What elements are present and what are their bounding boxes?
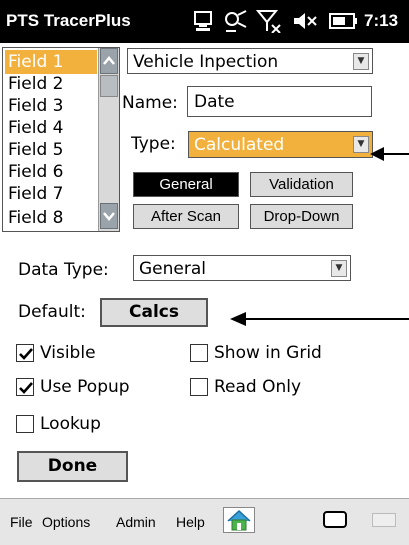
volume-muted-icon[interactable] [292, 9, 318, 33]
scroll-up-button[interactable] [100, 48, 118, 74]
data-type-label: Data Type: [18, 260, 109, 280]
dropdown-arrow-icon[interactable]: ▼ [353, 53, 369, 70]
data-type-value: General [139, 259, 206, 279]
keyboard-icon[interactable] [372, 513, 396, 527]
tab-general[interactable]: General [133, 172, 239, 197]
field-list[interactable]: Field 1 Field 2 Field 3 Field 4 Field 5 … [2, 47, 120, 232]
menu-file[interactable]: File [10, 514, 33, 530]
sync-icon[interactable] [192, 9, 216, 33]
menu-options[interactable]: Options [42, 514, 90, 530]
list-item[interactable]: Field 1 [5, 50, 97, 74]
visible-label: Visible [40, 343, 96, 363]
show-in-grid-label: Show in Grid [214, 343, 322, 363]
no-signal-icon[interactable] [256, 9, 282, 33]
menu-admin[interactable]: Admin [116, 514, 156, 530]
lookup-checkbox[interactable]: Lookup [16, 412, 101, 436]
dropdown-arrow-icon[interactable]: ▼ [331, 260, 347, 277]
read-only-label: Read Only [214, 377, 302, 397]
show-in-grid-checkbox[interactable]: Show in Grid [190, 341, 322, 365]
input-panel-icon[interactable] [323, 511, 347, 528]
use-popup-label: Use Popup [40, 377, 130, 397]
home-icon [227, 509, 251, 531]
checkbox-box[interactable] [190, 378, 208, 396]
list-item[interactable]: Field 7 [5, 182, 97, 206]
list-item[interactable]: Field 4 [5, 116, 97, 140]
name-field[interactable]: Date [187, 86, 372, 117]
tab-drop-down[interactable]: Drop-Down [250, 204, 353, 229]
callout-arrow-icon [230, 312, 409, 326]
data-type-select[interactable]: General ▼ [133, 255, 351, 281]
menu-help[interactable]: Help [176, 514, 205, 530]
status-bar: PTS TracerPlus 7:13 [0, 0, 409, 43]
calcs-button[interactable]: Calcs [100, 298, 208, 327]
form-select-value: Vehicle Inpection [133, 52, 279, 72]
app-title: PTS TracerPlus [6, 11, 131, 30]
chevron-up-icon [103, 56, 115, 65]
done-button[interactable]: Done [17, 451, 128, 482]
home-button[interactable] [223, 507, 255, 533]
checkbox-box[interactable] [16, 415, 34, 433]
menu-bar: File Options Admin Help [0, 498, 409, 545]
type-label: Type: [131, 134, 176, 154]
checkbox-box[interactable] [190, 344, 208, 362]
use-popup-checkbox[interactable]: Use Popup [16, 375, 130, 399]
scroll-thumb[interactable] [100, 75, 118, 97]
list-item[interactable]: Field 5 [5, 138, 97, 162]
type-select-value: Calculated [194, 135, 285, 155]
lookup-label: Lookup [40, 414, 101, 434]
checkbox-box[interactable] [16, 344, 34, 362]
type-select[interactable]: Calculated ▼ [188, 131, 373, 158]
connectivity-icon[interactable] [222, 9, 248, 33]
name-label: Name: [122, 93, 178, 113]
scroll-down-button[interactable] [100, 203, 118, 229]
list-item[interactable]: Field 3 [5, 94, 97, 118]
list-item[interactable]: Field 2 [5, 72, 97, 96]
list-item[interactable]: Field 8 [5, 206, 97, 230]
callout-arrow-icon [370, 147, 409, 161]
form-select[interactable]: Vehicle Inpection ▼ [127, 48, 373, 74]
default-label: Default: [18, 302, 86, 322]
read-only-checkbox[interactable]: Read Only [190, 375, 301, 399]
battery-icon[interactable] [328, 9, 358, 33]
tab-validation[interactable]: Validation [250, 172, 353, 197]
name-value: Date [194, 92, 235, 112]
dropdown-arrow-icon[interactable]: ▼ [353, 136, 369, 153]
chevron-down-icon [103, 212, 115, 221]
tab-after-scan[interactable]: After Scan [133, 204, 239, 229]
checkmark-icon [19, 382, 33, 394]
list-item[interactable]: Field 6 [5, 160, 97, 184]
visible-checkbox[interactable]: Visible [16, 341, 96, 365]
list-scrollbar[interactable] [98, 48, 119, 231]
checkmark-icon [19, 348, 33, 360]
checkbox-box[interactable] [16, 378, 34, 396]
clock: 7:13 [364, 11, 399, 30]
